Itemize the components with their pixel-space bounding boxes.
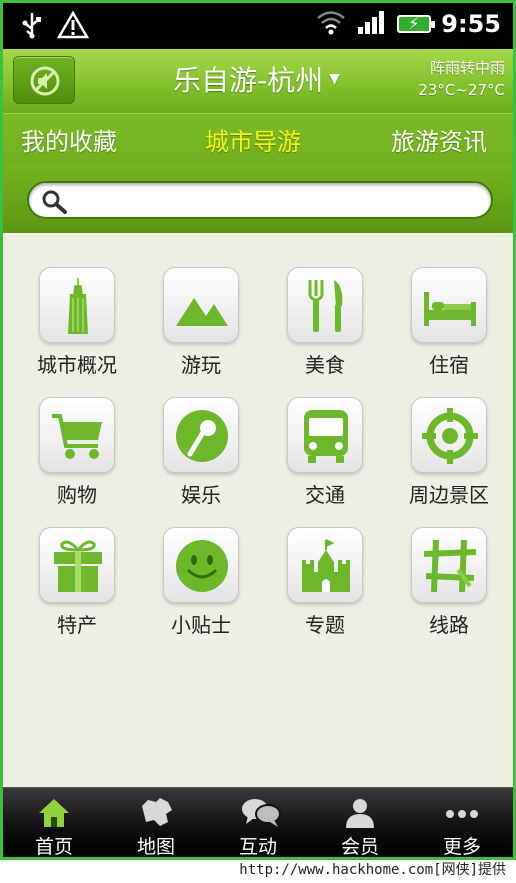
top-tabs: 我的收藏 城市导游 旅游资讯: [3, 113, 513, 165]
mute-icon: [30, 66, 60, 96]
grid-item-nearby[interactable]: 周边景区: [381, 397, 505, 517]
grid-item-routes[interactable]: 线路: [381, 527, 505, 647]
grid-item-sightseeing[interactable]: 游玩: [133, 267, 257, 387]
smiley-icon: [176, 540, 228, 592]
grid-item-tips[interactable]: 小贴士: [133, 527, 257, 647]
mute-button[interactable]: [13, 56, 75, 104]
building-icon: [68, 278, 88, 334]
app-frame: ⚡ 9:55 乐自游-杭州 ▼ 阵雨转中雨 23°C~27°C 我的收藏 城市导…: [0, 0, 516, 860]
status-time: 9:55: [441, 10, 501, 38]
search-icon: [42, 190, 67, 214]
home-icon: [39, 799, 69, 827]
battery-icon: ⚡: [397, 15, 436, 33]
category-grid-area: 城市概况 游玩 美食 住宿 购物 娱乐 交通 周边景区 特产 小贴士 专题 线路: [3, 233, 513, 787]
map-icon: [142, 798, 172, 826]
target-icon: [422, 408, 478, 464]
grid-item-label: 游玩: [181, 353, 221, 377]
grid-item-label: 线路: [429, 613, 469, 637]
grid-item-label: 周边景区: [409, 483, 489, 507]
grid-item-label: 特产: [57, 613, 97, 637]
grid-item-label: 美食: [305, 353, 345, 377]
app-header: 乐自游-杭州 ▼ 阵雨转中雨 23°C~27°C: [3, 49, 513, 113]
grid-item-label: 娱乐: [181, 483, 221, 507]
weather-temp: 23°C~27°C: [418, 81, 505, 99]
city-selector[interactable]: 乐自游-杭州 ▼: [173, 59, 340, 99]
chat-icon: [242, 799, 281, 827]
nav-label: 更多: [442, 836, 481, 858]
grid-item-label: 交通: [305, 483, 345, 507]
nav-label: 会员: [340, 836, 379, 858]
castle-icon: [302, 539, 350, 592]
grid-item-food[interactable]: 美食: [257, 267, 381, 387]
nav-label: 首页: [34, 836, 73, 858]
search-box[interactable]: [27, 181, 493, 219]
grid-item-transport[interactable]: 交通: [257, 397, 381, 517]
nav-more[interactable]: 更多: [411, 788, 513, 858]
mountain-icon: [176, 298, 228, 326]
grid-item-label: 城市概况: [37, 353, 117, 377]
weather-info: 阵雨转中雨 23°C~27°C: [418, 57, 505, 101]
microphone-icon: [176, 410, 228, 462]
tab-city-guide[interactable]: 城市导游: [205, 122, 301, 157]
status-bar: ⚡ 9:55: [3, 3, 513, 49]
tab-favorites[interactable]: 我的收藏: [21, 122, 117, 157]
gift-icon: [54, 540, 102, 592]
nav-interact[interactable]: 互动: [207, 788, 309, 858]
nav-member[interactable]: 会员: [309, 788, 411, 858]
grid-item-entertainment[interactable]: 娱乐: [133, 397, 257, 517]
grid-item-label: 小贴士: [171, 613, 231, 637]
signal-icon: [357, 9, 387, 39]
grid-item-label: 购物: [57, 483, 97, 507]
nav-label: 地图: [136, 836, 175, 858]
grid-item-label: 住宿: [429, 353, 469, 377]
search-input[interactable]: [77, 187, 477, 215]
weather-desc: 阵雨转中雨: [429, 59, 505, 77]
nav-map[interactable]: 地图: [105, 788, 207, 858]
usb-icon: [21, 11, 43, 43]
user-icon: [346, 799, 374, 828]
wifi-icon: [315, 9, 347, 39]
grid-item-city-overview[interactable]: 城市概况: [9, 267, 133, 387]
nav-label: 互动: [238, 836, 277, 858]
bus-icon: [304, 410, 348, 463]
nav-home[interactable]: 首页: [3, 788, 105, 858]
bottom-nav: 首页 地图 互动 会员 更多: [3, 787, 513, 857]
watermark-text: http://www.hackhome.com[网侠]提供: [239, 862, 506, 878]
grid-item-label: 专题: [305, 613, 345, 637]
bed-icon: [424, 292, 476, 326]
route-icon: [423, 539, 477, 593]
grid-item-topics[interactable]: 专题: [257, 527, 381, 647]
warning-icon: [56, 10, 90, 43]
search-area: [3, 165, 513, 233]
app-title: 乐自游-杭州: [173, 64, 324, 97]
chevron-down-icon: ▼: [329, 71, 340, 87]
tab-travel-news[interactable]: 旅游资讯: [391, 122, 487, 157]
grid-item-specialty[interactable]: 特产: [9, 527, 133, 647]
cart-icon: [52, 414, 102, 459]
grid-item-shopping[interactable]: 购物: [9, 397, 133, 517]
grid-item-lodging[interactable]: 住宿: [381, 267, 505, 387]
fork-knife-icon: [308, 280, 343, 332]
more-icon: [446, 810, 478, 818]
